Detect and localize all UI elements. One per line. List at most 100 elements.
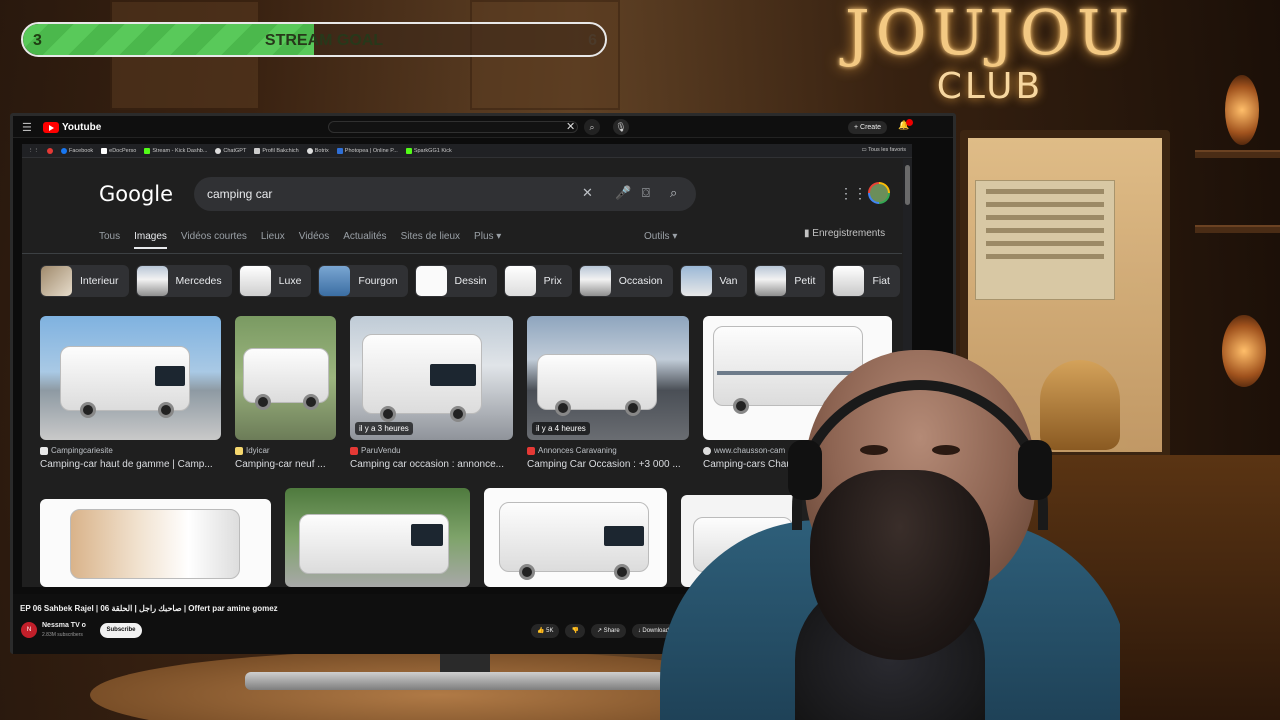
chip-mercedes[interactable]: Mercedes — [135, 265, 232, 297]
chip-thumbnail — [504, 266, 536, 296]
monitor-neck — [440, 654, 490, 674]
stream-goal-bar: 3 STREAM GOAL 6 — [21, 22, 607, 57]
bookmark-facebook[interactable]: Facebook — [61, 147, 94, 154]
source-label: Annonces Caravaning — [538, 446, 617, 455]
scrollbar-thumb[interactable] — [905, 165, 910, 205]
tools-dropdown[interactable]: Outils ▾ — [644, 231, 677, 242]
all-bookmarks-folder[interactable]: ▭ Tous les favoris — [861, 147, 906, 153]
motorhome-window — [411, 524, 443, 546]
tab-sites-de-lieux[interactable]: Sites de lieux — [401, 231, 460, 249]
brand-line1: JOUJOU — [844, 0, 1136, 69]
result-title[interactable]: Camping-car neuf ... — [235, 459, 336, 470]
chip-fourgon[interactable]: Fourgon — [318, 265, 408, 297]
clear-icon[interactable]: ✕ — [582, 185, 593, 201]
motorhome-cutaway — [70, 509, 240, 579]
bookmark-label: Profil Bakchich — [262, 147, 299, 154]
chip-van[interactable]: Van — [679, 265, 748, 297]
close-icon[interactable]: ✕ — [566, 120, 575, 133]
microphone-icon[interactable]: 🎤 — [615, 185, 631, 201]
bookmark-label: Facebook — [69, 147, 94, 154]
result-source: Idyicar — [235, 446, 336, 455]
dislike-button[interactable]: 👎 — [565, 624, 585, 638]
image-result[interactable]: Idyicar Camping-car neuf ... — [235, 316, 336, 470]
chip-thumbnail — [239, 266, 271, 296]
bookmark-kick-dashboard[interactable]: Stream - Kick Dashb... — [144, 147, 207, 154]
create-button[interactable]: + Create — [848, 121, 888, 134]
image-result[interactable]: Campingcariesite Camping-car haut de gam… — [40, 316, 221, 470]
tab-videos-courtes[interactable]: Vidéos courtes — [181, 231, 247, 249]
bookmark-profil-bakchich[interactable]: Profil Bakchich — [254, 147, 299, 154]
tab-images[interactable]: Images — [134, 231, 167, 249]
youtube-logo[interactable]: Youtube — [43, 120, 101, 134]
chip-occasion[interactable]: Occasion — [578, 265, 673, 297]
chip-thumbnail — [755, 266, 787, 296]
chip-label: Interieur — [80, 275, 119, 287]
notifications-bell-icon[interactable]: 🔔 — [898, 119, 913, 134]
all-bookmarks-label: Tous les favoris — [868, 147, 906, 153]
like-button[interactable]: 👍 5K — [531, 624, 560, 638]
tab-lieux[interactable]: Lieux — [261, 231, 285, 249]
youtube-search-input[interactable] — [328, 121, 578, 133]
tab-tous[interactable]: Tous — [99, 231, 120, 249]
image-result[interactable]: il y a 3 heures ParuVendu Camping car oc… — [350, 316, 513, 470]
tab-videos[interactable]: Vidéos — [299, 231, 329, 249]
bookmark-botrix[interactable]: Botrix — [306, 147, 329, 154]
video-title: EP 06 Sahbek Rajel | صاحبك راجل | الحلقة… — [20, 604, 278, 613]
subscribe-button[interactable]: Subscribe — [100, 623, 142, 638]
youtube-play-icon — [43, 121, 59, 133]
favicon — [350, 446, 358, 455]
bookmark-sparkgg1-kick[interactable]: SparkGG1 Kick — [405, 147, 452, 154]
chip-interieur[interactable]: Interieur — [40, 265, 129, 297]
result-title[interactable]: Camping-car haut de gamme | Camp... — [40, 459, 221, 470]
tab-actualites[interactable]: Actualités — [343, 231, 386, 249]
bookmark-edocperso[interactable]: eDocPerso — [101, 147, 137, 154]
chip-fiat[interactable]: Fiat — [832, 265, 900, 297]
lamp-icon — [1225, 75, 1259, 145]
favicon — [527, 446, 535, 455]
search-icon[interactable]: ⌕ — [584, 119, 600, 135]
bookmark-label: eDocPerso — [109, 147, 137, 154]
image-result[interactable] — [285, 488, 470, 587]
result-title[interactable]: Camping car occasion : annonce... — [350, 459, 513, 470]
chip-label: Petit — [794, 275, 816, 287]
result-image — [285, 488, 470, 587]
wheel-shape — [303, 394, 319, 410]
microphone-icon[interactable]: 🎙 — [613, 119, 629, 135]
wheel-shape — [519, 564, 535, 580]
chip-thumbnail — [833, 266, 865, 296]
brand-sign: JOUJOU CLUB — [820, 0, 1160, 120]
chip-dessin[interactable]: Dessin — [414, 265, 497, 297]
image-result[interactable] — [40, 499, 271, 587]
chip-label: Dessin — [454, 275, 487, 287]
chip-label: Occasion — [618, 275, 663, 287]
chip-prix[interactable]: Prix — [503, 265, 572, 297]
channel-avatar[interactable]: N — [21, 622, 37, 638]
search-icon[interactable]: ⌕ — [670, 185, 677, 201]
source-label: Idyicar — [246, 446, 270, 455]
youtube-top-bar: ☰ Youtube ✕ ⌕ 🎙 + Create 🔔 — [13, 116, 953, 138]
bookmark-red-icon[interactable] — [47, 147, 53, 154]
wheel-shape — [255, 394, 271, 410]
headset-earcup — [788, 440, 822, 500]
chip-petit[interactable]: Petit — [754, 265, 826, 297]
tab-plus[interactable]: Plus ▾ — [474, 231, 501, 249]
google-logo[interactable]: Google — [99, 182, 173, 206]
avatar[interactable] — [868, 182, 890, 204]
bookmark-chatgpt[interactable]: ChatGPT — [215, 147, 246, 154]
menu-icon[interactable]: ☰ — [22, 121, 32, 134]
search-query[interactable]: camping car — [207, 187, 272, 201]
google-search-box[interactable]: camping car ✕ 🎤 ⌼ ⌕ — [194, 177, 696, 211]
bookmark-photopea[interactable]: Photopea | Online P... — [336, 147, 398, 154]
time-badge: il y a 4 heures — [532, 422, 590, 435]
headset-earcup — [1018, 440, 1052, 500]
apps-grid-icon[interactable]: ⋮⋮ — [28, 148, 39, 154]
background-newspaper — [975, 180, 1115, 300]
chip-luxe[interactable]: Luxe — [238, 265, 312, 297]
channel-name[interactable]: Nessma TV o — [42, 622, 86, 629]
saved-button[interactable]: ▮ Enregistrements — [804, 228, 885, 239]
wheel-shape — [555, 400, 571, 416]
shelf — [1195, 150, 1280, 158]
monitor-stand — [245, 672, 665, 690]
lens-icon[interactable]: ⌼ — [642, 185, 650, 201]
wheel-shape — [450, 406, 466, 422]
